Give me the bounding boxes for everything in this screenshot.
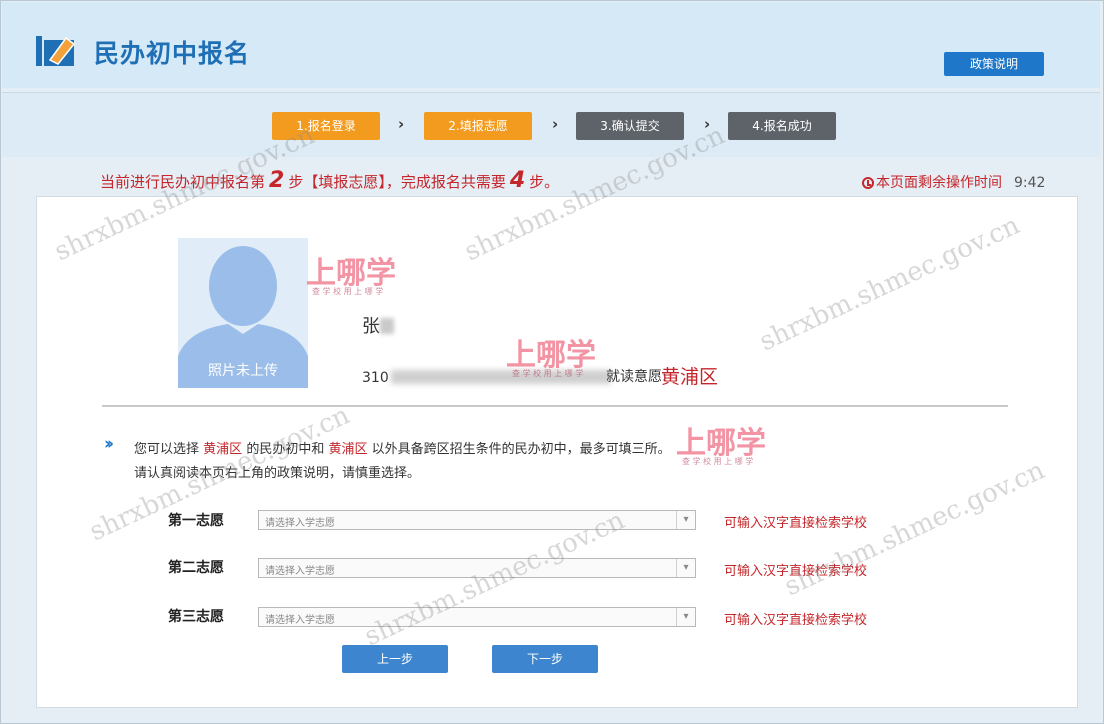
redacted-name	[380, 318, 394, 334]
district-label: 就读意愿:	[606, 369, 667, 385]
district-value: 黄浦区	[661, 366, 719, 388]
redacted-id	[390, 370, 611, 384]
prev-step-button[interactable]: 上一步	[342, 645, 448, 673]
choice-2-label: 第二志愿	[168, 560, 224, 576]
steps-bar: 1.报名登录 › 2.填报志愿 › 3.确认提交 › 4.报名成功	[2, 92, 1100, 157]
next-step-button[interactable]: 下一步	[492, 645, 598, 673]
app-title: 民办初中报名	[94, 39, 251, 68]
chevron-down-icon[interactable]: ▾	[676, 559, 695, 577]
countdown-timer: 本页面剩余操作时间 9:42	[862, 172, 1045, 192]
student-id: 310	[362, 370, 611, 386]
photo-not-uploaded-label: 照片未上传	[208, 363, 278, 379]
info-text-line2: 请认真阅读本页右上角的政策说明，请慎重选择。	[134, 466, 421, 481]
step-3-confirm: 3.确认提交	[576, 112, 684, 140]
step-2-fill-choices: 2.填报志愿	[424, 112, 532, 140]
choice-2-hint: 可输入汉字直接检索学校	[724, 564, 868, 579]
double-chevron-right-icon: ››	[104, 434, 114, 454]
clock-icon	[862, 177, 874, 189]
choice-2-select[interactable]: 请选择入学志愿 ▾	[258, 558, 696, 578]
chevron-down-icon[interactable]: ▾	[676, 511, 695, 529]
progress-status: 当前进行民办初中报名第 2 步【填报志愿】，完成报名共需要 4 步。	[100, 168, 560, 193]
choice-1-placeholder: 请选择入学志愿	[265, 518, 335, 529]
total-steps-number: 4	[509, 168, 526, 193]
choice-1-select[interactable]: 请选择入学志愿 ▾	[258, 510, 696, 530]
step-4-success: 4.报名成功	[728, 112, 836, 140]
step-arrow-icon: ›	[552, 115, 559, 133]
edit-form-icon	[36, 36, 76, 66]
choice-3-placeholder: 请选择入学志愿	[265, 615, 335, 626]
choice-1-hint: 可输入汉字直接检索学校	[724, 516, 868, 531]
policy-button[interactable]: 政策说明	[944, 52, 1044, 76]
header: 民办初中报名 政策说明	[2, 2, 1100, 88]
timer-value: 9:42	[1014, 175, 1046, 191]
step-arrow-icon: ›	[704, 115, 711, 133]
section-divider	[102, 405, 1008, 407]
choice-3-select[interactable]: 请选择入学志愿 ▾	[258, 607, 696, 627]
step-1-login: 1.报名登录	[272, 112, 380, 140]
step-arrow-icon: ›	[398, 115, 405, 133]
choice-3-hint: 可输入汉字直接检索学校	[724, 613, 868, 628]
choice-3-label: 第三志愿	[168, 609, 224, 625]
current-step-number: 2	[269, 168, 285, 193]
info-text-line1: 您可以选择 黄浦区 的民办初中和 黄浦区 以外具备跨区招生条件的民办初中，最多可…	[134, 442, 671, 457]
choice-1-label: 第一志愿	[168, 513, 224, 529]
student-name: 张	[362, 312, 394, 338]
student-photo: 照片未上传	[178, 238, 308, 388]
chevron-down-icon[interactable]: ▾	[676, 608, 695, 626]
choice-2-placeholder: 请选择入学志愿	[265, 566, 335, 577]
